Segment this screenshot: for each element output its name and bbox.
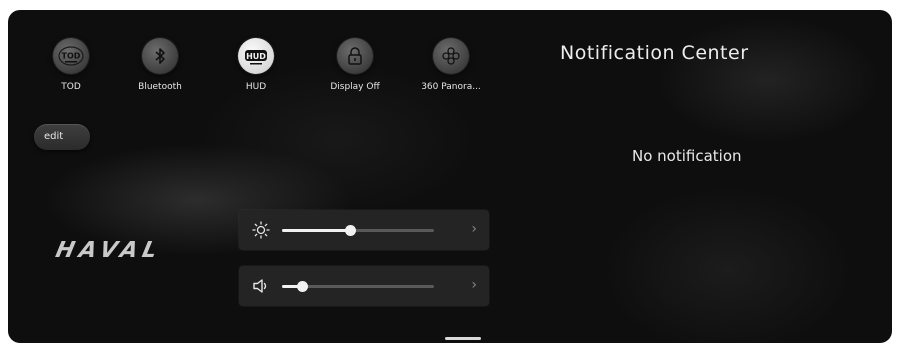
speaker-icon — [253, 279, 267, 293]
bluetooth-button[interactable]: Bluetooth — [125, 38, 195, 92]
bluetooth-icon — [142, 38, 178, 74]
bluetooth-label: Bluetooth — [138, 82, 182, 92]
home-indicator[interactable] — [445, 337, 481, 340]
hud-icon: HUD — [238, 38, 274, 74]
panorama-label: 360 Panora... — [421, 82, 481, 92]
brightness-fill — [282, 229, 351, 232]
haval-logo: HAVAL — [53, 238, 165, 263]
volume-slider-card[interactable]: › — [239, 266, 489, 306]
empty-notification-message: No notification — [632, 147, 742, 165]
panorama-icon — [433, 38, 469, 74]
control-center-screen: TOD TOD Bluetooth HUD HUD Display Off 36… — [8, 10, 892, 343]
tod-label: TOD — [61, 82, 81, 92]
hud-button[interactable]: HUD HUD — [221, 38, 291, 92]
brightness-track[interactable] — [282, 225, 434, 236]
svg-text:TOD: TOD — [62, 52, 81, 61]
volume-knob[interactable] — [296, 281, 308, 292]
lock-icon — [337, 38, 373, 74]
tod-icon: TOD — [53, 38, 89, 74]
volume-track[interactable] — [282, 281, 434, 292]
display-off-label: Display Off — [330, 82, 380, 92]
brightness-chevron-right-icon[interactable]: › — [471, 221, 477, 237]
display-off-button[interactable]: Display Off — [320, 38, 390, 92]
notification-center-title: Notification Center — [560, 42, 749, 64]
svg-text:HUD: HUD — [246, 52, 266, 61]
volume-chevron-right-icon[interactable]: › — [471, 277, 477, 293]
sun-icon — [252, 221, 270, 239]
hud-label: HUD — [245, 82, 267, 92]
tod-button[interactable]: TOD TOD — [36, 38, 106, 92]
edit-button[interactable]: edit — [34, 124, 90, 150]
brightness-slider-card[interactable]: › — [239, 210, 489, 250]
panorama-button[interactable]: 360 Panora... — [416, 38, 486, 92]
brightness-knob[interactable] — [345, 225, 357, 236]
